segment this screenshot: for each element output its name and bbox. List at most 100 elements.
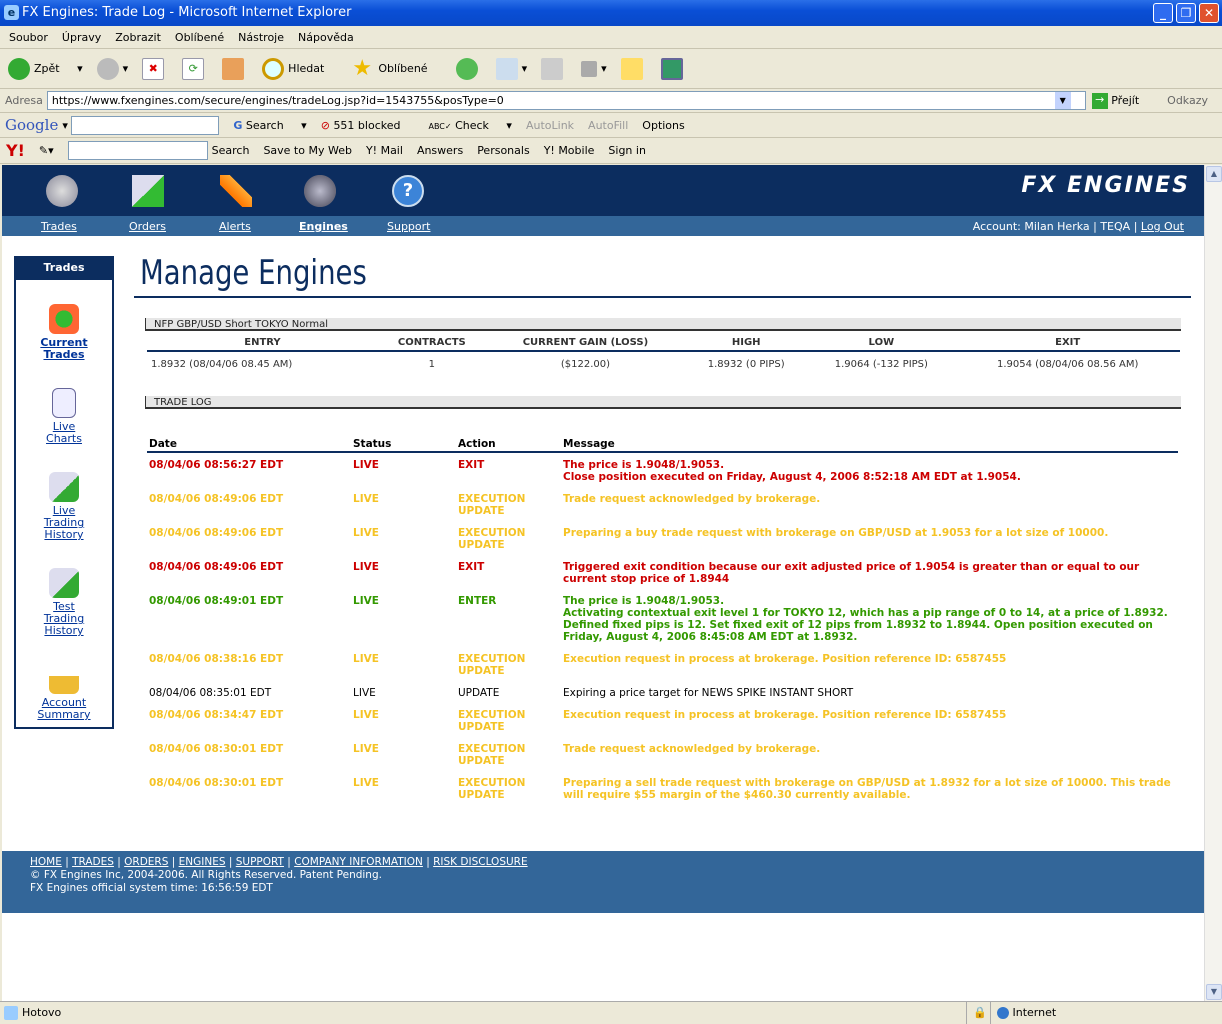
back-button[interactable]: Zpět ▾ <box>8 57 83 80</box>
log-status: LIVE <box>353 709 379 721</box>
favorites-button[interactable]: ★ Oblíbené <box>352 57 441 80</box>
log-status: LIVE <box>353 777 379 789</box>
scroll-up-icon[interactable]: ▲ <box>1206 166 1222 182</box>
log-message: Execution request in process at brokerag… <box>563 653 1007 665</box>
footer-link-risk-disclosure[interactable]: RISK DISCLOSURE <box>433 856 527 868</box>
options-button[interactable]: Options <box>642 119 684 132</box>
log-row: 08/04/06 08:49:06 EDT LIVE EXECUTION UPDAT… <box>147 487 1178 521</box>
footer-link-engines[interactable]: ENGINES <box>179 856 226 868</box>
copyright: © FX Engines Inc, 2004-2006. All Rights … <box>30 869 382 881</box>
links-label[interactable]: Odkazy <box>1167 94 1208 107</box>
nav-trades[interactable]: Trades <box>41 220 77 233</box>
menu-oblibene[interactable]: Oblíbené <box>175 31 224 44</box>
nav-orders[interactable]: Orders <box>129 220 166 233</box>
live-history-icon <box>49 472 79 502</box>
col-entry: ENTRY <box>147 334 378 352</box>
log-message: Execution request in process at brokerag… <box>563 709 1007 721</box>
google-logo[interactable]: Google <box>5 116 58 134</box>
menu-napoveda[interactable]: Nápověda <box>298 31 354 44</box>
sidebar-item-live-charts[interactable]: Live Charts <box>16 388 112 445</box>
log-message: Triggered exit condition because our exi… <box>563 561 1140 585</box>
autofill-button[interactable]: AutoFill <box>588 119 628 132</box>
yahoo-logo[interactable]: Y! <box>6 141 25 160</box>
log-action: EXIT <box>458 561 485 573</box>
system-time: FX Engines official system time: 16:56:5… <box>30 882 273 894</box>
mail-button[interactable]: ▾ <box>495 57 527 80</box>
close-button[interactable]: ✕ <box>1199 3 1219 23</box>
sidebar-item-live-trading-history[interactable]: Live Trading History <box>16 472 112 541</box>
icq-button[interactable] <box>660 57 687 80</box>
sidebar-item-current-trades[interactable]: Current Trades <box>16 304 112 361</box>
print-button[interactable] <box>541 57 567 80</box>
nav-engines[interactable]: Engines <box>299 220 348 233</box>
col-message: Message <box>563 436 1178 453</box>
log-status: LIVE <box>353 459 379 471</box>
forward-button[interactable]: ▾ <box>96 57 128 80</box>
note-icon <box>620 57 643 80</box>
sidebar-item-account-summary[interactable]: Account Summary <box>16 664 112 721</box>
google-search-input[interactable] <box>71 115 220 135</box>
sidebar-item-test-trading-history[interactable]: Test Trading History <box>16 568 112 637</box>
log-date: 08/04/06 08:49:06 EDT <box>149 561 284 573</box>
menu-zobrazit[interactable]: Zobrazit <box>115 31 161 44</box>
menu-soubor[interactable]: Soubor <box>9 31 48 44</box>
footer-link-support[interactable]: SUPPORT <box>236 856 284 868</box>
current-trades-icon <box>49 304 79 334</box>
spell-check-button[interactable]: ABC✓ Check ▾ <box>428 119 511 132</box>
scroll-down-icon[interactable]: ▼ <box>1206 984 1222 1000</box>
vertical-scrollbar[interactable]: ▲ ▼ <box>1204 165 1222 1001</box>
notes-button[interactable] <box>620 57 647 80</box>
footer-link-company-information[interactable]: COMPANY INFORMATION <box>294 856 423 868</box>
yahoo-mobile-button[interactable]: Y! Mobile <box>544 144 595 157</box>
yahoo-search-button[interactable]: Search <box>212 144 250 157</box>
pencil-icon[interactable]: ✎▾ <box>39 144 54 157</box>
save-to-my-web-button[interactable]: Save to My Web <box>263 144 352 157</box>
col-gain: CURRENT GAIN (LOSS) <box>485 334 686 352</box>
address-label: Adresa <box>5 94 43 107</box>
stop-button[interactable]: ✖ <box>142 57 168 80</box>
minimize-button[interactable]: _ <box>1153 3 1173 23</box>
support-help-icon[interactable]: ? <box>392 175 424 207</box>
alerts-lightning-icon[interactable] <box>220 175 252 207</box>
orders-icon[interactable] <box>132 175 164 207</box>
sign-in-button[interactable]: Sign in <box>608 144 646 157</box>
restore-button[interactable]: ❐ <box>1176 3 1196 23</box>
title-divider <box>134 296 1191 298</box>
history-button[interactable] <box>455 57 482 80</box>
menu-nastroje[interactable]: Nástroje <box>238 31 284 44</box>
answers-button[interactable]: Answers <box>417 144 463 157</box>
log-action: EXECUTION UPDATE <box>458 709 526 733</box>
go-button[interactable]: → Přejít <box>1091 92 1153 109</box>
url-input[interactable]: https://www.fxengines.com/secure/engines… <box>46 91 1086 110</box>
trades-gear-icon[interactable] <box>46 175 78 207</box>
test-history-icon <box>49 568 79 598</box>
log-message: The price is 1.9048/1.9053. Close positi… <box>563 459 1021 483</box>
search-button[interactable]: Hledat <box>262 57 338 80</box>
footer-link-trades[interactable]: TRADES <box>72 856 114 868</box>
standard-toolbar: Zpět ▾ ▾ ✖ ⟳ Hledat ★ Oblíbené ▾ ▾ <box>0 49 1222 89</box>
trade-log-bar: TRADE LOG <box>145 396 1181 409</box>
personals-button[interactable]: Personals <box>477 144 530 157</box>
footer-link-home[interactable]: HOME <box>30 856 62 868</box>
menu-upravy[interactable]: Úpravy <box>62 31 101 44</box>
engines-gears-icon[interactable] <box>304 175 336 207</box>
yahoo-mail-button[interactable]: Y! Mail <box>366 144 403 157</box>
site-footer: HOME | TRADES | ORDERS | ENGINES | SUPPO… <box>2 851 1204 913</box>
yahoo-search-input[interactable] <box>67 141 208 160</box>
nav-support[interactable]: Support <box>387 220 430 233</box>
log-status: LIVE <box>353 527 379 539</box>
printer-icon <box>541 57 564 80</box>
popup-blocker-button[interactable]: ⊘ 551 blocked <box>321 119 415 132</box>
col-date: Date <box>147 436 353 453</box>
google-search-button[interactable]: G Search ▾ <box>233 119 306 132</box>
refresh-button[interactable]: ⟳ <box>182 57 208 80</box>
logout-link[interactable]: Log Out <box>1141 220 1184 233</box>
globe-icon <box>997 1007 1009 1019</box>
autolink-button[interactable]: AutoLink <box>526 119 574 132</box>
home-button[interactable] <box>222 57 248 80</box>
chevron-down-icon[interactable]: ▼ <box>1054 92 1071 109</box>
fullscreen-button[interactable]: ▾ <box>581 60 607 77</box>
col-high: HIGH <box>685 334 808 352</box>
footer-link-orders[interactable]: ORDERS <box>124 856 168 868</box>
nav-alerts[interactable]: Alerts <box>219 220 251 233</box>
